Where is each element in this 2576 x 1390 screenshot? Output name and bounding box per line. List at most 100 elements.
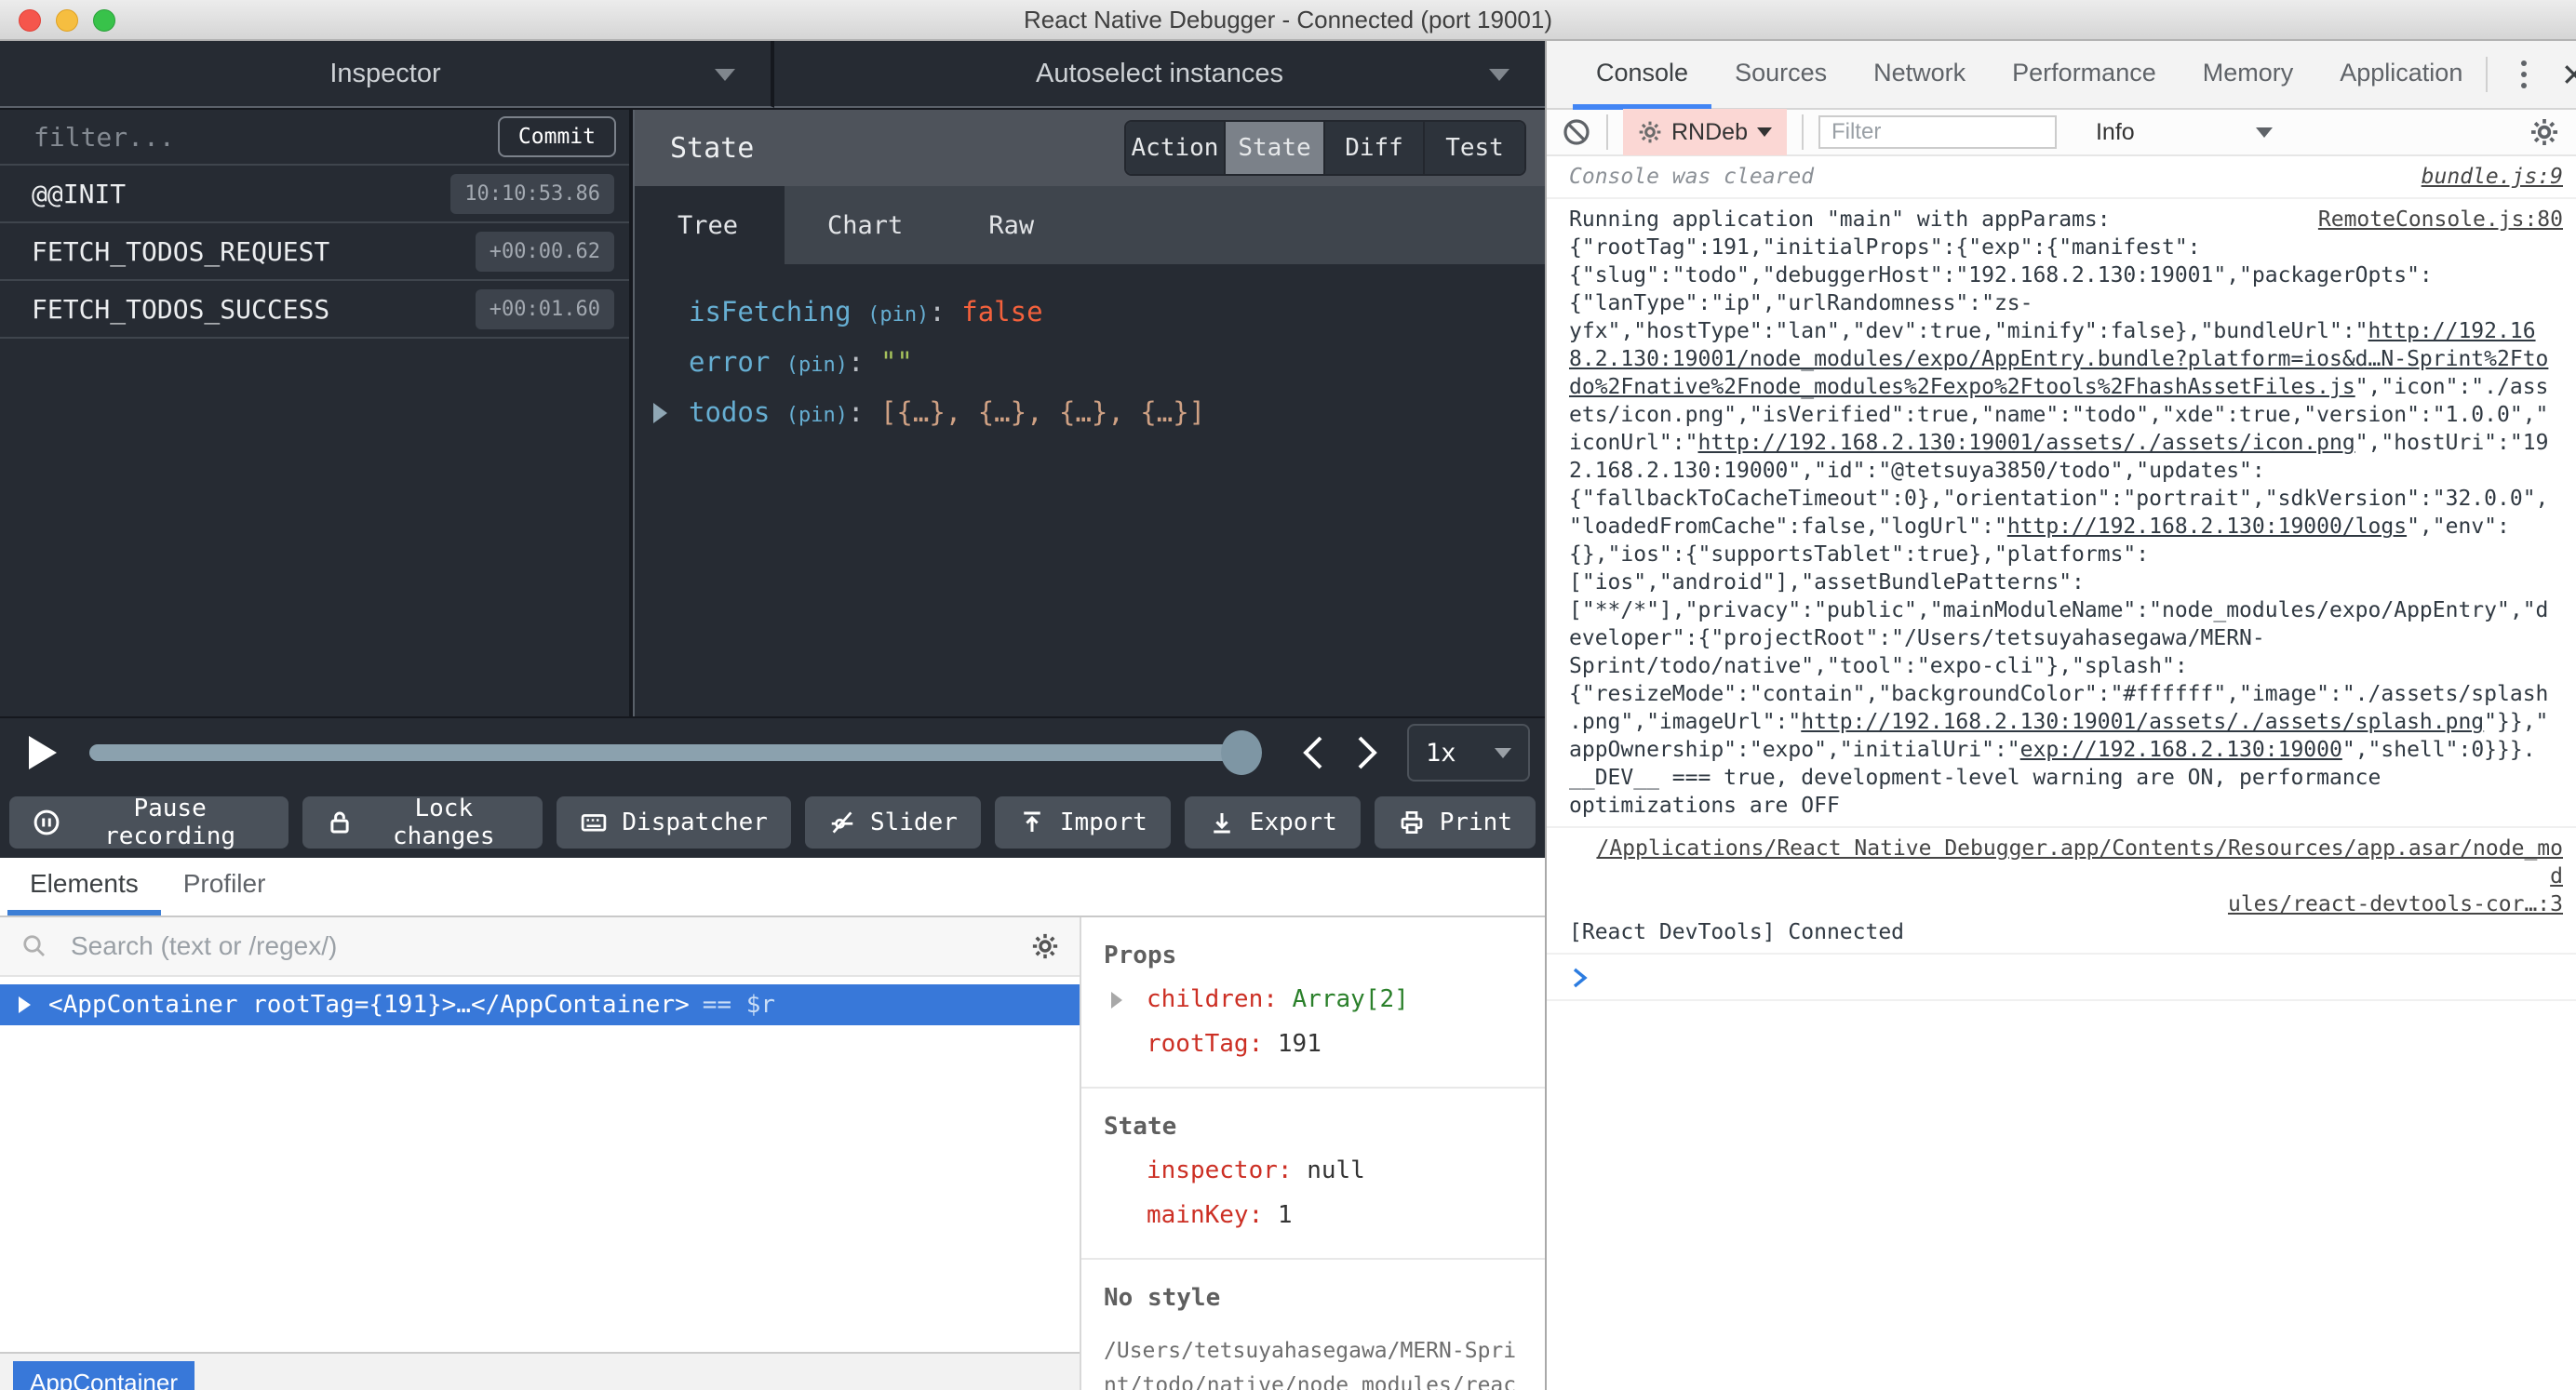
button-label: Slider bbox=[869, 809, 958, 836]
console-filter-input[interactable] bbox=[1818, 115, 2057, 149]
console-cleared-row: bundle.js:9 Console was cleared bbox=[1547, 156, 2576, 199]
react-native-debugger-window: React Native Debugger - Connected (port … bbox=[0, 0, 2576, 1390]
tab-chart[interactable]: Chart bbox=[785, 186, 946, 264]
step-forward-button[interactable] bbox=[1354, 734, 1380, 771]
tab-performance[interactable]: Performance bbox=[1989, 41, 2180, 110]
console-settings-button[interactable] bbox=[2529, 117, 2559, 147]
tab-console[interactable]: Console bbox=[1573, 41, 1712, 110]
lock-icon bbox=[330, 811, 349, 834]
play-icon bbox=[29, 736, 57, 769]
slider-disabled-icon bbox=[831, 811, 853, 834]
minimize-window-button[interactable] bbox=[56, 9, 78, 32]
inspector-mode-tabs: Action State Diff Test bbox=[1124, 120, 1526, 176]
console-inline-link[interactable]: http://192.168.2.130:19001/assets/./asse… bbox=[1801, 710, 2484, 734]
zoom-window-button[interactable] bbox=[93, 9, 115, 32]
more-options-icon[interactable] bbox=[2516, 55, 2532, 94]
element-settings-button[interactable] bbox=[1031, 932, 1059, 960]
play-button[interactable] bbox=[28, 735, 58, 770]
tab-elements[interactable]: Elements bbox=[7, 858, 161, 916]
tab-state[interactable]: State bbox=[1226, 122, 1325, 174]
expand-arrow-icon[interactable] bbox=[1111, 992, 1122, 1009]
tab-network[interactable]: Network bbox=[1850, 41, 1989, 110]
log-level-dropdown[interactable]: Info bbox=[2096, 119, 2273, 146]
state-value: [{…}, {…}, {…}, {…}] bbox=[879, 396, 1206, 428]
source-path-text: /Users/tetsuyahasegawa/MERN-Sprint/todo/… bbox=[1104, 1339, 1517, 1390]
console-context-dropdown[interactable]: RNDeb bbox=[1623, 109, 1787, 155]
expand-arrow-icon[interactable] bbox=[653, 403, 667, 423]
slider-toggle-button[interactable]: Slider bbox=[804, 796, 981, 849]
redux-devtools-panel: Inspector Autoselect instances Commit bbox=[0, 41, 1545, 1390]
dispatcher-button[interactable]: Dispatcher bbox=[557, 796, 791, 849]
timeline-slider[interactable] bbox=[89, 730, 1262, 775]
divider bbox=[2486, 57, 2489, 92]
prop-row-children[interactable]: children: Array[2] bbox=[1104, 977, 1530, 1022]
traffic-lights bbox=[19, 9, 115, 32]
button-label: Export bbox=[1249, 809, 1337, 836]
divider bbox=[1801, 114, 1804, 150]
export-icon bbox=[1214, 813, 1230, 834]
playback-speed-dropdown[interactable]: 1x bbox=[1407, 724, 1530, 782]
element-markup: <AppContainer rootTag={191}>…</AppContai… bbox=[48, 991, 690, 1019]
tab-profiler[interactable]: Profiler bbox=[161, 858, 288, 916]
pin-label[interactable]: (pin) bbox=[867, 303, 929, 327]
console-text-segment: ","env": {},"ios":{"supportsTablet":true… bbox=[1569, 515, 2549, 734]
close-window-button[interactable] bbox=[19, 9, 41, 32]
element-tree-pane: <AppContainer rootTag={191}>…</AppContai… bbox=[0, 917, 1080, 1390]
action-item-init[interactable]: @@INIT 10:10:53.86 bbox=[0, 166, 629, 223]
prop-value: Array[2] bbox=[1292, 985, 1409, 1013]
console-text-segment: [React DevTools] Connected bbox=[1569, 920, 1905, 944]
clear-console-button[interactable] bbox=[1562, 117, 1591, 147]
element-details-sidebar: Props children: Array[2] rootTag: 191 St… bbox=[1080, 917, 1545, 1390]
console-inline-link[interactable]: http://192.168.2.130:19000/logs bbox=[2007, 515, 2407, 539]
no-style-header: No style bbox=[1104, 1284, 1221, 1312]
import-button[interactable]: Import bbox=[994, 796, 1171, 849]
action-filter-input[interactable] bbox=[32, 120, 498, 154]
pin-label[interactable]: (pin) bbox=[786, 354, 848, 377]
console-source-link[interactable]: RemoteConsole.js:80 bbox=[2318, 206, 2563, 234]
console-inline-link[interactable]: http://192.168.2.130:19001/assets/./asse… bbox=[1697, 431, 2355, 455]
console-text-segment: Running application "main" with appParam… bbox=[1569, 207, 2433, 343]
tab-application[interactable]: Application bbox=[2316, 41, 2486, 110]
tab-tree[interactable]: Tree bbox=[635, 186, 785, 264]
playback-speed-value: 1x bbox=[1426, 738, 1456, 768]
expand-arrow-icon[interactable] bbox=[19, 996, 31, 1013]
tab-raw[interactable]: Raw bbox=[946, 186, 1077, 264]
colon: : bbox=[848, 396, 865, 428]
close-devtools-button[interactable] bbox=[2560, 60, 2576, 88]
autoselect-instances-dropdown[interactable]: Autoselect instances bbox=[774, 41, 1545, 108]
chevron-down-icon bbox=[1756, 127, 1772, 137]
tab-memory[interactable]: Memory bbox=[2180, 41, 2317, 110]
redux-main-split: Commit @@INIT 10:10:53.86 FETCH_TODOS_RE… bbox=[0, 110, 1545, 716]
pin-label[interactable]: (pin) bbox=[786, 404, 848, 427]
console-source-link[interactable]: /Applications/React Native Debugger.app/… bbox=[1588, 835, 2563, 918]
element-row-appcontainer[interactable]: <AppContainer rootTag={191}>…</AppContai… bbox=[0, 984, 1080, 1025]
breadcrumb-item-appcontainer[interactable]: AppContainer bbox=[13, 1361, 195, 1390]
action-item-fetch-todos-success[interactable]: FETCH_TODOS_SUCCESS +00:01.60 bbox=[0, 281, 629, 339]
state-tree-row-error: error (pin): "" bbox=[635, 337, 1545, 387]
tab-action[interactable]: Action bbox=[1126, 122, 1226, 174]
console-source-link[interactable]: bundle.js:9 bbox=[2422, 163, 2563, 191]
element-search-input[interactable] bbox=[69, 930, 1011, 962]
state-tree-row-todos[interactable]: todos (pin): [{…}, {…}, {…}, {…}] bbox=[635, 387, 1545, 437]
console-message-text: Running application "main" with appParam… bbox=[1569, 206, 2563, 820]
pause-recording-button[interactable]: Pause recording bbox=[9, 795, 289, 850]
tab-test[interactable]: Test bbox=[1425, 122, 1524, 174]
timeline-slider-thumb[interactable] bbox=[1221, 730, 1262, 775]
colon: : bbox=[1263, 985, 1278, 1013]
keyboard-icon bbox=[582, 814, 607, 832]
console-inline-link[interactable]: exp://192.168.2.130:19000 bbox=[2020, 738, 2342, 762]
step-back-button[interactable] bbox=[1300, 734, 1326, 771]
colon: : bbox=[1248, 1201, 1264, 1229]
console-prompt[interactable] bbox=[1547, 955, 2576, 1001]
button-label: Lock changes bbox=[393, 795, 495, 850]
tab-diff[interactable]: Diff bbox=[1325, 122, 1425, 174]
print-button[interactable]: Print bbox=[1374, 796, 1536, 849]
lock-changes-button[interactable]: Lock changes bbox=[302, 795, 543, 850]
inspector-dropdown[interactable]: Inspector bbox=[0, 41, 774, 108]
prompt-chevron-icon bbox=[1573, 968, 1588, 988]
export-button[interactable]: Export bbox=[1184, 796, 1361, 849]
prop-name: rootTag bbox=[1147, 1030, 1249, 1058]
tab-sources[interactable]: Sources bbox=[1711, 41, 1850, 110]
action-item-fetch-todos-request[interactable]: FETCH_TODOS_REQUEST +00:00.62 bbox=[0, 223, 629, 281]
commit-button[interactable]: Commit bbox=[497, 116, 616, 157]
